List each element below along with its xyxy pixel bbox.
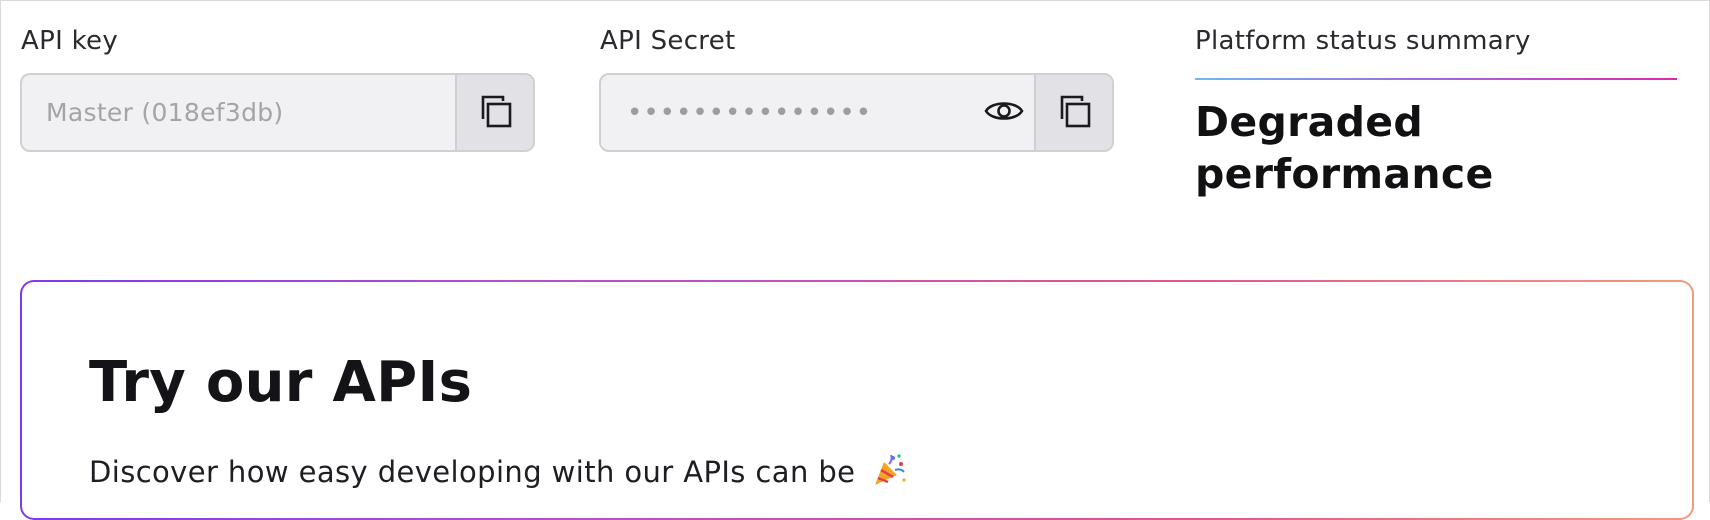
platform-status-value: Degraded performance: [1195, 98, 1494, 198]
try-apis-card-body: Try our APIs Discover how easy developin…: [22, 282, 1692, 518]
party-popper-icon: [871, 452, 907, 495]
api-secret-copy-button[interactable]: [1034, 75, 1112, 150]
status-divider: [1195, 78, 1677, 80]
api-key-field: Master (018ef3db): [20, 73, 535, 152]
try-apis-description-row: Discover how easy developing with our AP…: [89, 452, 907, 495]
try-apis-description: Discover how easy developing with our AP…: [89, 455, 856, 489]
api-secret-input[interactable]: •••••••••••••••: [601, 75, 974, 150]
platform-status-label: Platform status summary: [1195, 26, 1531, 56]
api-key-input[interactable]: Master (018ef3db): [22, 75, 455, 150]
api-secret-label: API Secret: [600, 26, 736, 56]
try-apis-card: Try our APIs Discover how easy developin…: [20, 280, 1694, 520]
api-secret-field: •••••••••••••••: [599, 73, 1114, 152]
api-key-copy-button[interactable]: [455, 75, 533, 150]
reveal-secret-button[interactable]: [974, 75, 1034, 150]
api-key-label: API key: [21, 26, 119, 56]
copy-icon: [475, 91, 515, 135]
eye-icon: [984, 97, 1024, 129]
try-apis-title: Try our APIs: [89, 350, 473, 415]
copy-icon: [1054, 91, 1094, 135]
